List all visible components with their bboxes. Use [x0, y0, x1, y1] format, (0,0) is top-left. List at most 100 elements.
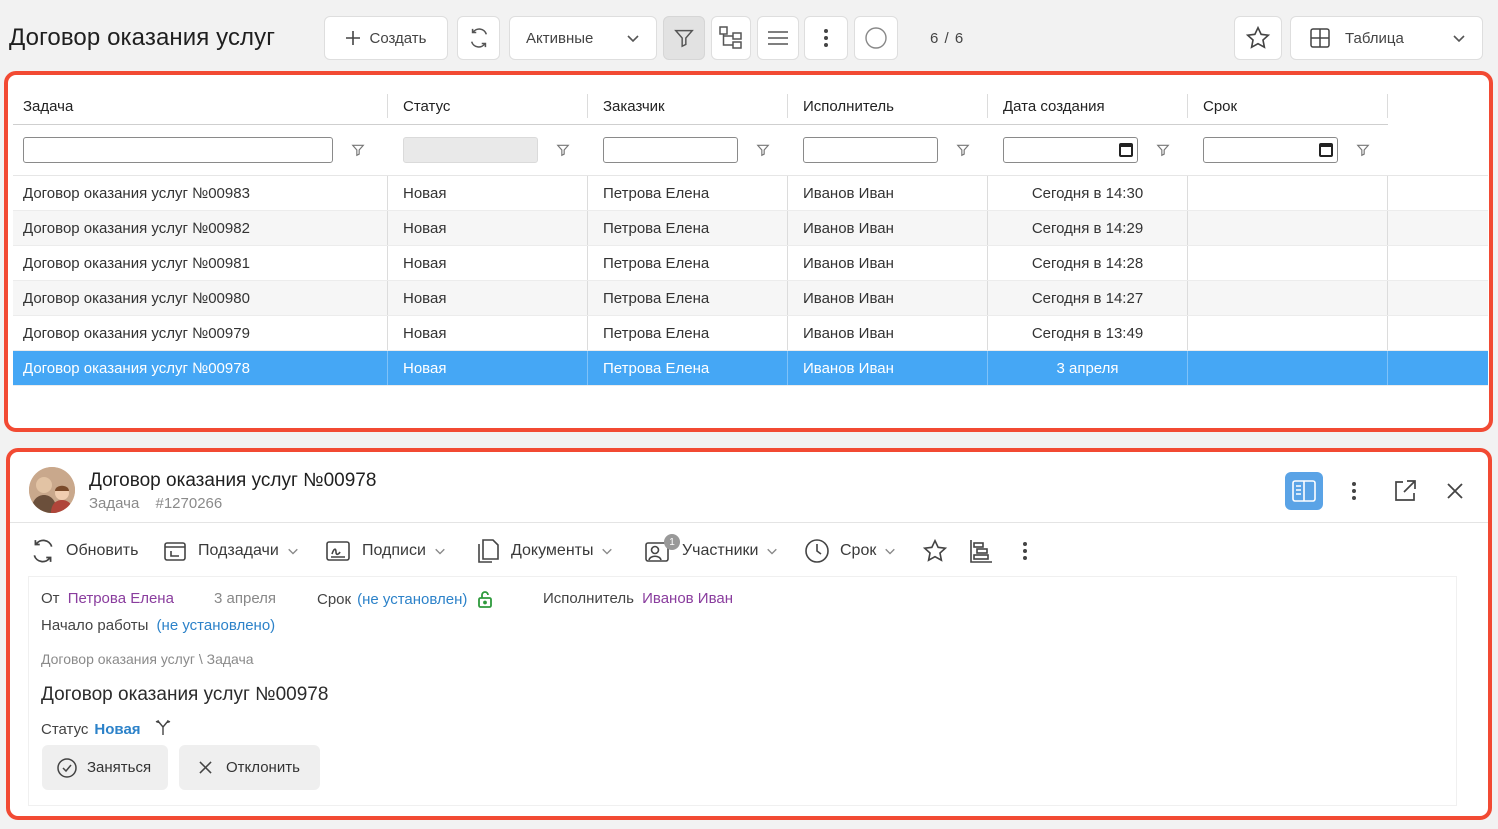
close-icon: [1447, 483, 1463, 499]
column-header-executor[interactable]: Исполнитель: [788, 94, 988, 118]
take-button-label: Заняться: [87, 759, 152, 776]
reject-button[interactable]: Отклонить: [179, 745, 320, 790]
table-row[interactable]: Договор оказания услуг №00983 Новая Петр…: [13, 176, 1488, 211]
list-view-button[interactable]: [757, 16, 799, 60]
funnel-icon[interactable]: [956, 143, 970, 157]
table-row[interactable]: Договор оказания услуг №00982 Новая Петр…: [13, 211, 1488, 246]
subtasks-action[interactable]: Подзадачи: [162, 534, 299, 568]
cell-status: Новая: [388, 351, 588, 385]
filter-select-value: Активные: [526, 29, 594, 47]
meta-from-link[interactable]: Петрова Елена: [68, 590, 174, 607]
calendar-icon[interactable]: [1319, 143, 1333, 157]
favorite-action[interactable]: [922, 534, 948, 568]
meta-start-label: Начало работы: [41, 617, 149, 634]
branch-icon[interactable]: [155, 718, 171, 736]
take-button[interactable]: Заняться: [42, 745, 168, 790]
table-row-selected[interactable]: Договор оказания услуг №00978 Новая Петр…: [13, 351, 1488, 386]
calendar-icon[interactable]: [1119, 143, 1133, 157]
record-counter: 6 / 6: [930, 30, 965, 47]
meta-deadline-link[interactable]: (не установлен): [357, 591, 467, 608]
table-row[interactable]: Договор оказания услуг №00981 Новая Петр…: [13, 246, 1488, 281]
participants-icon-wrap: 1: [644, 534, 680, 564]
meta-executor-link[interactable]: Иванов Иван: [642, 590, 733, 607]
table-row[interactable]: Договор оказания услуг №00980 Новая Петр…: [13, 281, 1488, 316]
more-button[interactable]: [804, 16, 848, 60]
unlock-icon[interactable]: [477, 590, 493, 608]
filter-created-date-input[interactable]: [1003, 137, 1138, 163]
column-header-created[interactable]: Дата создания: [988, 94, 1188, 118]
participants-action[interactable]: 1 Участники: [644, 534, 778, 568]
signature-icon: [326, 541, 350, 561]
filter-select[interactable]: Активные: [509, 16, 657, 60]
signatures-action[interactable]: Подписи: [324, 534, 446, 568]
table-row[interactable]: Договор оказания услуг №00979 Новая Петр…: [13, 316, 1488, 351]
cell-executor: Иванов Иван: [788, 316, 988, 350]
create-label: Создать: [369, 29, 427, 47]
status-line: Статус Новая: [41, 718, 171, 738]
chevron-down-icon: [885, 548, 896, 555]
filter-deadline-date-input[interactable]: [1203, 137, 1338, 163]
meta-date: 3 апреля: [214, 590, 277, 607]
cell-status: Новая: [388, 316, 588, 350]
cell-executor: Иванов Иван: [788, 176, 988, 210]
more-vertical-icon: [824, 29, 828, 47]
deadline-action[interactable]: Срок: [804, 534, 896, 568]
cell-task: Договор оказания услуг №00980: [13, 281, 388, 315]
detail-more-button[interactable]: [1335, 472, 1373, 510]
chevron-down-icon: [767, 548, 778, 555]
refresh-button[interactable]: [457, 16, 500, 60]
documents-action[interactable]: Документы: [475, 534, 613, 568]
hierarchy-button[interactable]: [711, 16, 751, 60]
funnel-icon[interactable]: [756, 143, 770, 157]
cell-deadline: [1188, 316, 1388, 350]
close-button[interactable]: [1436, 472, 1474, 510]
actions-more-button[interactable]: [1022, 534, 1028, 568]
column-header-task[interactable]: Задача: [13, 94, 388, 118]
funnel-icon[interactable]: [351, 143, 365, 157]
signatures-action-label: Подписи: [362, 542, 426, 559]
cell-status: Новая: [388, 211, 588, 245]
card-title: Договор оказания услуг №00978: [41, 684, 329, 705]
view-select[interactable]: Таблица: [1290, 16, 1483, 60]
filter-executor-input[interactable]: [803, 137, 938, 163]
cell-customer: Петрова Елена: [588, 176, 788, 210]
reject-button-label: Отклонить: [226, 759, 300, 776]
cell-created: Сегодня в 14:29: [988, 211, 1188, 245]
hierarchy-icon: [719, 26, 742, 49]
chevron-down-icon: [627, 35, 639, 43]
gantt-action[interactable]: [968, 534, 994, 568]
documents-action-label: Документы: [511, 542, 594, 559]
search-icon: [865, 27, 887, 49]
favorite-button[interactable]: [1234, 16, 1282, 60]
menu-lines-icon: [768, 31, 788, 45]
cell-task: Договор оказания услуг №00981: [13, 246, 388, 280]
status-value[interactable]: Новая: [94, 721, 140, 738]
filter-task-input[interactable]: [23, 137, 333, 163]
cell-status: Новая: [388, 176, 588, 210]
column-header-customer[interactable]: Заказчик: [588, 94, 788, 118]
filter-customer-input[interactable]: [603, 137, 738, 163]
funnel-icon[interactable]: [1156, 143, 1170, 157]
more-vertical-icon: [1023, 542, 1027, 560]
column-header-status[interactable]: Статус: [388, 94, 588, 118]
search-button[interactable]: [854, 16, 898, 60]
view-select-value: Таблица: [1345, 29, 1404, 47]
cell-customer: Петрова Елена: [588, 211, 788, 245]
refresh-icon: [470, 28, 487, 48]
meta-start-link[interactable]: (не установлено): [157, 617, 276, 634]
meta-executor-label: Исполнитель: [543, 590, 634, 607]
create-button[interactable]: Создать: [324, 16, 448, 60]
split-view-button[interactable]: [1285, 472, 1323, 510]
column-header-deadline[interactable]: Срок: [1188, 94, 1388, 118]
cell-deadline: [1188, 351, 1388, 385]
more-vertical-icon: [1352, 482, 1356, 500]
open-external-button[interactable]: [1386, 472, 1424, 510]
funnel-icon[interactable]: [1356, 143, 1370, 157]
breadcrumb[interactable]: Договор оказания услуг \ Задача: [41, 651, 254, 667]
cell-customer: Петрова Елена: [588, 316, 788, 350]
refresh-action[interactable]: Обновить: [30, 534, 138, 568]
funnel-icon[interactable]: [556, 143, 570, 157]
filter-status-input[interactable]: [403, 137, 538, 163]
subtasks-action-label: Подзадачи: [198, 542, 279, 559]
filter-toggle-button[interactable]: [663, 16, 705, 60]
